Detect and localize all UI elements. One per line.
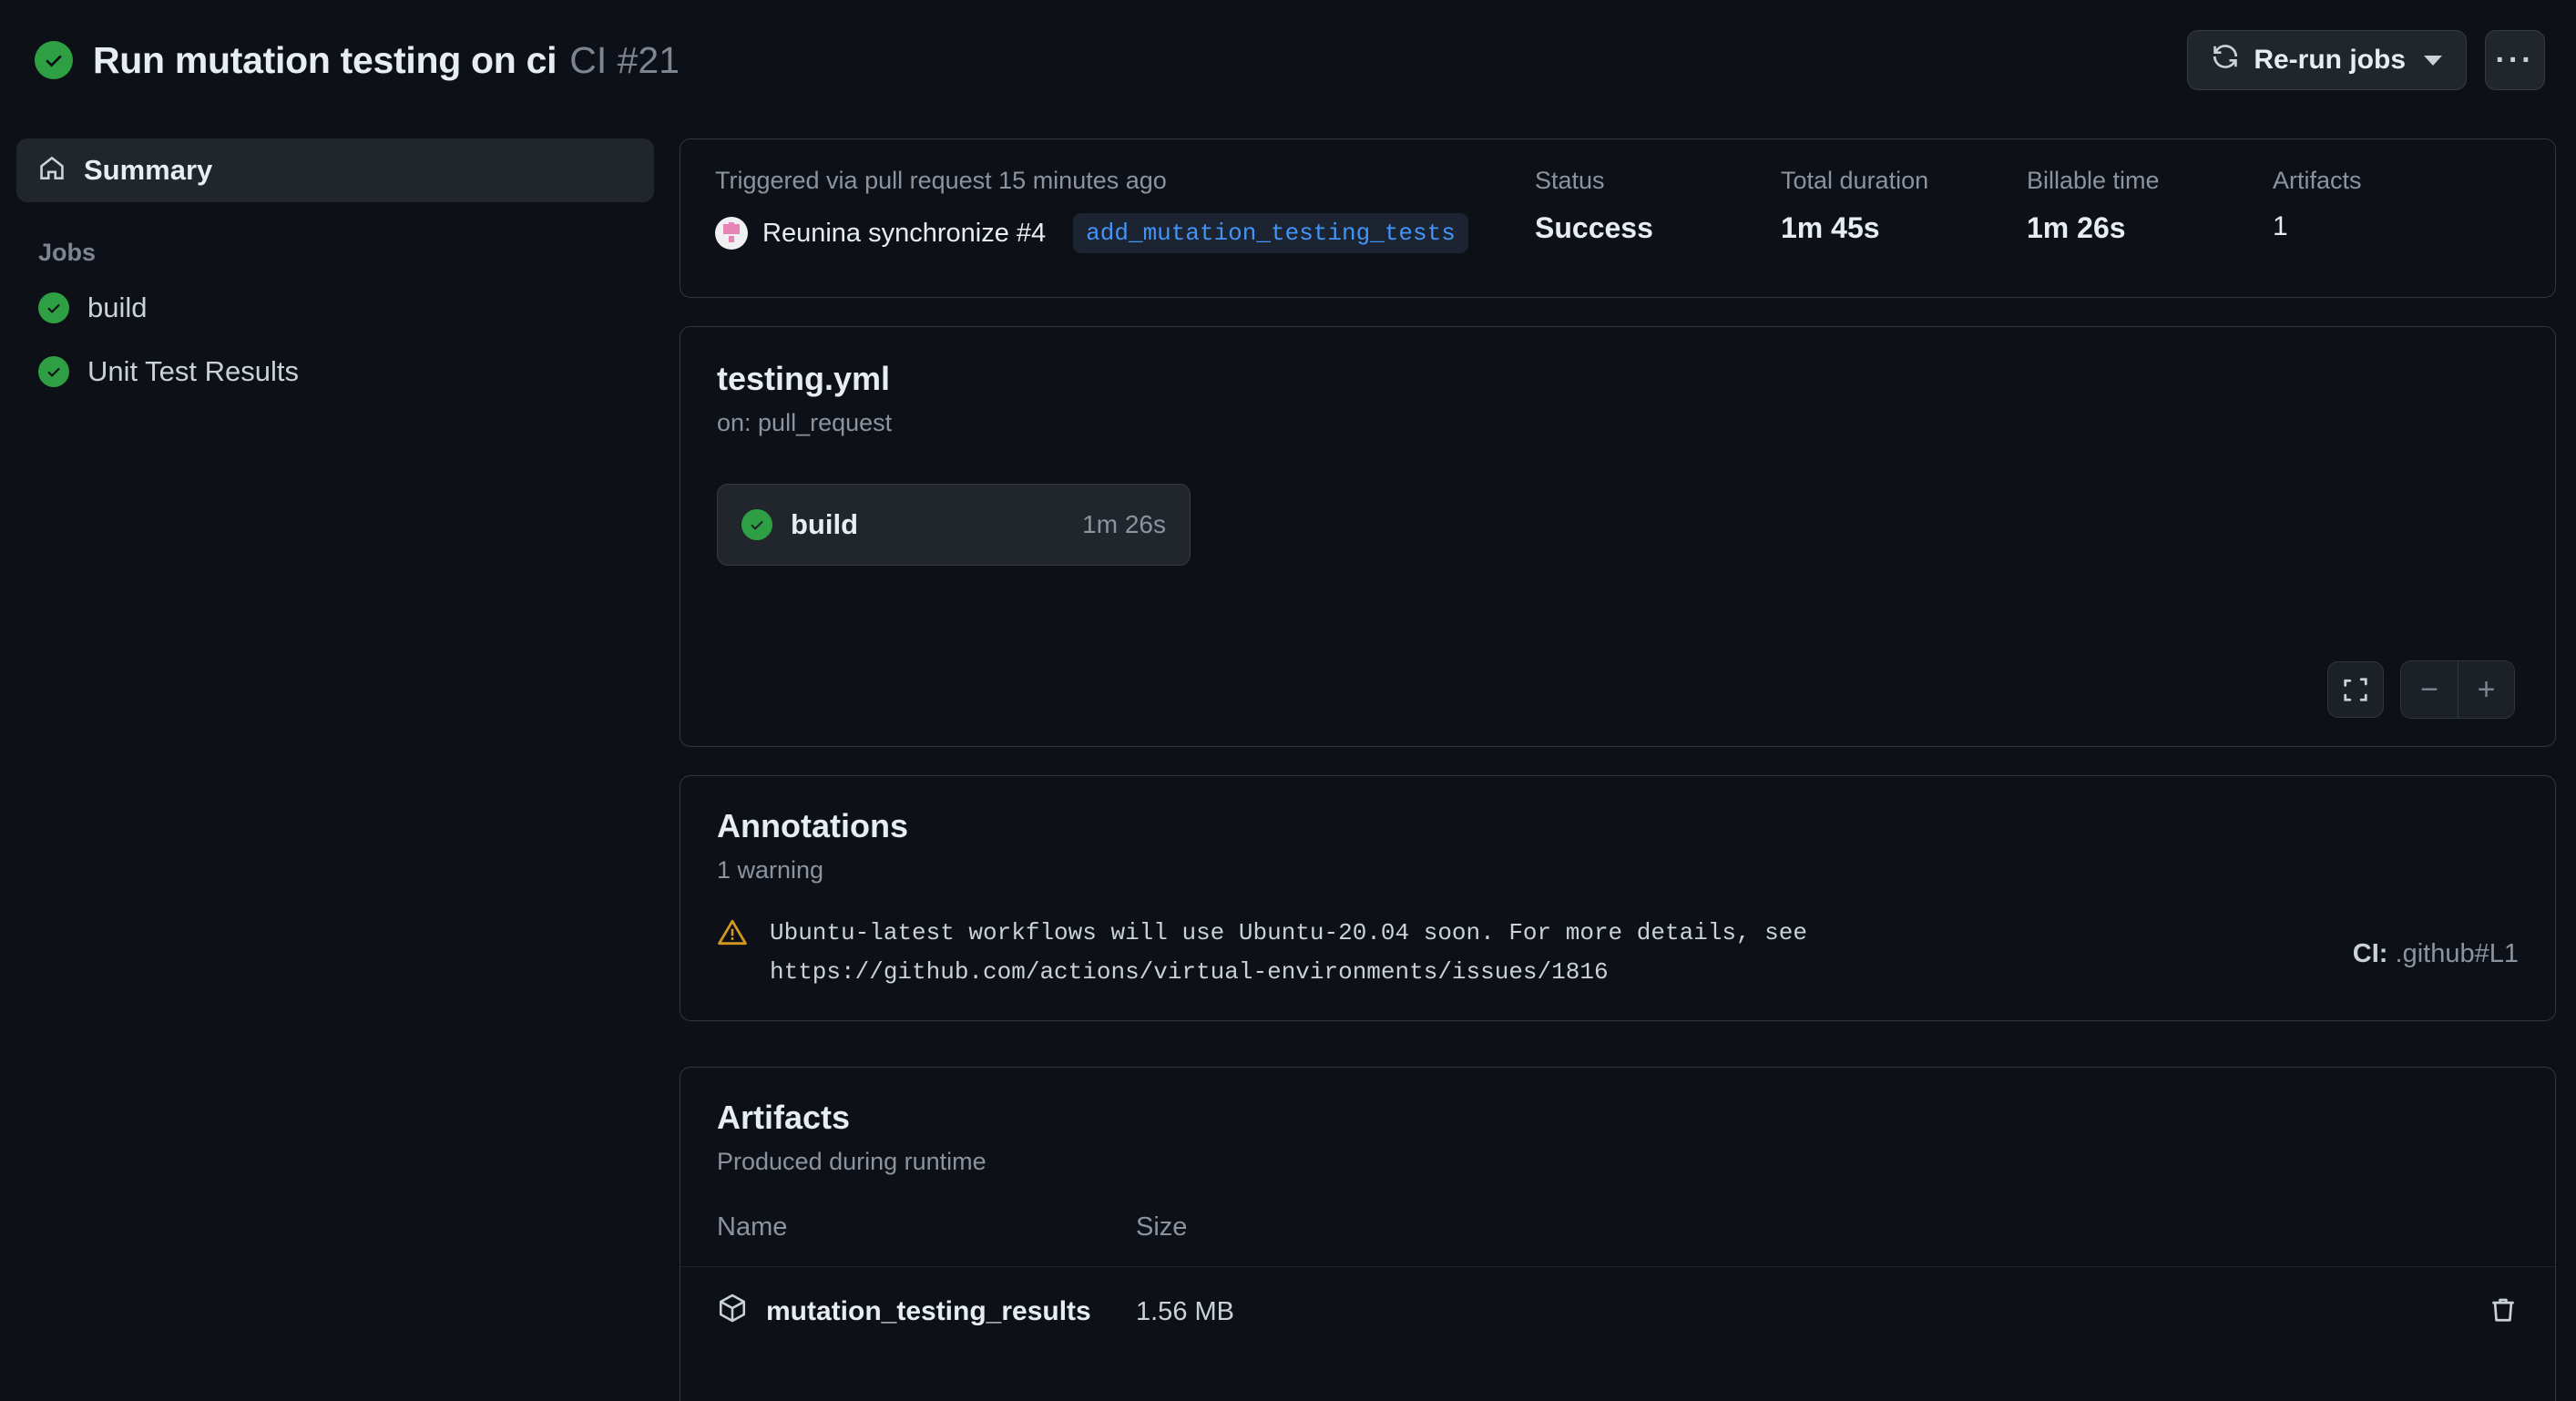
trigger-info: Triggered via pull request 15 minutes ag… (715, 167, 1535, 253)
trigger-text: Triggered via pull request 15 minutes ag… (715, 167, 1167, 194)
page-title-text: Run mutation testing on ci (93, 38, 557, 81)
zoom-out-button[interactable]: − (2401, 661, 2458, 718)
check-circle-icon (741, 509, 772, 540)
graph-zoom-controls: − + (2327, 660, 2515, 719)
stat-value: Success (1535, 211, 1653, 244)
stat-label: Billable time (2027, 167, 2160, 194)
home-icon (38, 155, 66, 187)
run-summary-panel: Triggered via pull request 15 minutes ag… (680, 138, 2556, 298)
annotations-panel: Annotations 1 warning Ubuntu-latest work… (680, 775, 2556, 1021)
annotation-source-location: .github#L1 (2395, 939, 2519, 968)
check-circle-icon (38, 356, 69, 387)
zoom-button-group: − + (2400, 660, 2515, 719)
stat-total-duration: Total duration 1m 45s (1781, 167, 2027, 253)
page-header: Run mutation testing on ci CI #21 Re-run … (0, 0, 2576, 120)
annotations-title: Annotations (717, 807, 908, 844)
more-options-button[interactable]: ··· (2485, 30, 2545, 90)
stat-billable-time: Billable time 1m 26s (2027, 167, 2273, 253)
stat-label: Status (1535, 167, 1605, 194)
artifact-name-cell[interactable]: mutation_testing_results (717, 1293, 1136, 1331)
sync-icon (2212, 43, 2239, 77)
artifacts-panel: Artifacts Produced during runtime Name S… (680, 1067, 2556, 1401)
check-circle-icon (38, 292, 69, 323)
check-circle-icon (35, 41, 73, 79)
sidebar-item-summary[interactable]: Summary (16, 138, 654, 202)
annotations-count: 1 warning (717, 856, 824, 884)
page-title: Run mutation testing on ci CI #21 (93, 39, 680, 82)
rerun-jobs-label: Re-run jobs (2254, 45, 2406, 75)
workflow-file-name: testing.yml (717, 360, 891, 397)
stat-artifacts: Artifacts 1 (2273, 167, 2519, 253)
artifact-name-label: mutation_testing_results (766, 1296, 1091, 1326)
avatar (715, 217, 748, 250)
column-header-name: Name (717, 1212, 788, 1242)
workflow-graph-panel: testing.yml on: pull_request build 1m 26… (680, 326, 2556, 747)
sidebar-job-label: build (87, 291, 148, 323)
stat-value: 1m 26s (2027, 211, 2126, 244)
annotation-line-1: Ubuntu-latest workflows will use Ubuntu-… (770, 919, 1807, 946)
annotation-item: Ubuntu-latest workflows will use Ubuntu-… (680, 885, 2555, 992)
artifacts-table-header: Name Size (680, 1176, 2555, 1267)
chevron-down-icon (2424, 55, 2442, 66)
stat-status: Status Success (1535, 167, 1781, 253)
sidebar-item-summary-label: Summary (84, 154, 213, 186)
annotation-message: Ubuntu-latest workflows will use Ubuntu-… (770, 914, 1807, 992)
zoom-in-button[interactable]: + (2458, 661, 2514, 718)
sidebar-job-label: Unit Test Results (87, 355, 300, 387)
artifacts-subtitle: Produced during runtime (717, 1148, 986, 1175)
column-header-size: Size (1136, 1212, 1188, 1242)
artifacts-title: Artifacts (717, 1099, 851, 1136)
warning-icon (717, 917, 748, 953)
header-left: Run mutation testing on ci CI #21 (35, 39, 680, 82)
trash-icon[interactable] (2488, 1294, 2519, 1330)
artifact-size-cell: 1.56 MB (1136, 1296, 1234, 1326)
stat-label: Artifacts (2273, 167, 2362, 194)
table-row: mutation_testing_results 1.56 MB (680, 1267, 2555, 1331)
stat-value: 1 (2273, 211, 2288, 241)
branch-tag[interactable]: add_mutation_testing_tests (1073, 213, 1468, 253)
workflow-run-page: Run mutation testing on ci CI #21 Re-run … (0, 0, 2576, 1401)
sidebar: Summary Jobs build Unit Test Results (16, 138, 654, 404)
workflow-node-duration: 1m 26s (1082, 510, 1166, 538)
annotation-source: CI: .github#L1 (2353, 914, 2519, 969)
workflow-trigger: on: pull_request (717, 409, 893, 436)
header-actions: Re-run jobs ··· (2187, 30, 2545, 90)
stat-value: 1m 45s (1781, 211, 1880, 244)
sidebar-section-jobs: Jobs (38, 239, 97, 266)
actor-name[interactable]: Reunina synchronize #4 (762, 219, 1046, 249)
workflow-node-label: build (791, 508, 859, 540)
workflow-node-build[interactable]: build 1m 26s (717, 484, 1191, 566)
rerun-jobs-button[interactable]: Re-run jobs (2187, 30, 2467, 90)
annotation-line-2[interactable]: https://github.com/actions/virtual-envir… (770, 958, 1609, 986)
package-icon (717, 1293, 748, 1331)
sidebar-item-job-build[interactable]: build (16, 276, 654, 340)
stat-label: Total duration (1781, 167, 1929, 194)
workflow-ref: CI #21 (569, 38, 680, 81)
fullscreen-icon[interactable] (2327, 661, 2384, 718)
sidebar-item-job-unit-test-results[interactable]: Unit Test Results (16, 340, 654, 404)
annotation-source-prefix: CI: (2352, 939, 2388, 968)
